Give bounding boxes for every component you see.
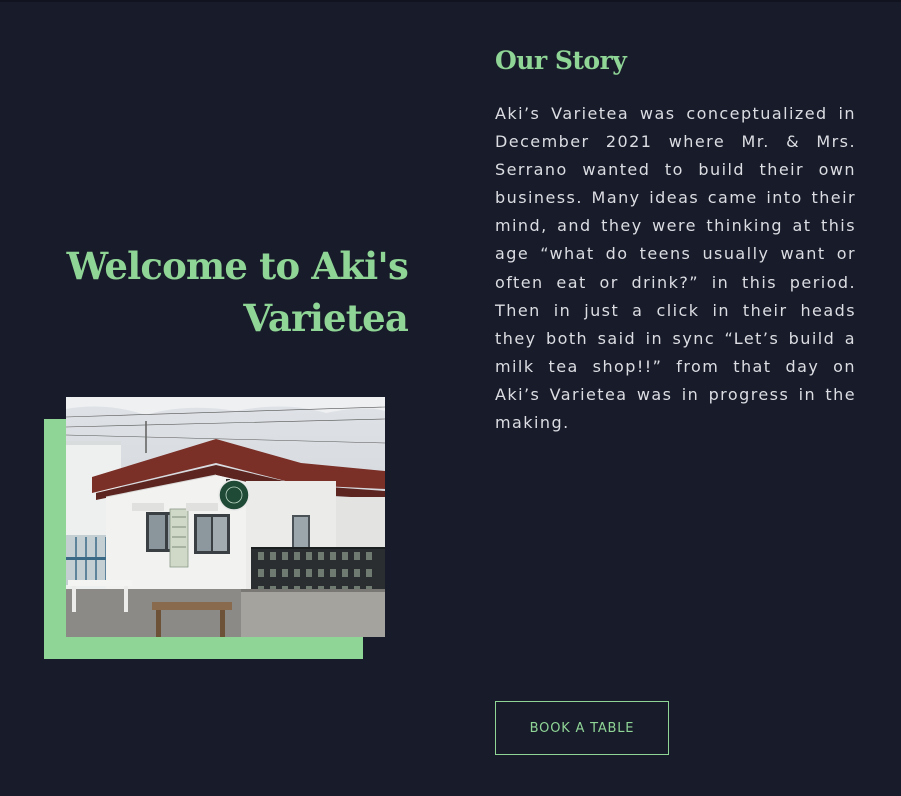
- top-divider: [0, 0, 901, 2]
- story-paragraph: Aki’s Varietea was conceptualized in Dec…: [495, 104, 856, 433]
- book-table-button[interactable]: BOOK A TABLE: [495, 701, 669, 755]
- story-heading: Our Story: [495, 46, 627, 75]
- shop-photo: [66, 397, 385, 637]
- welcome-title: Welcome to Aki's Varietea: [66, 244, 409, 340]
